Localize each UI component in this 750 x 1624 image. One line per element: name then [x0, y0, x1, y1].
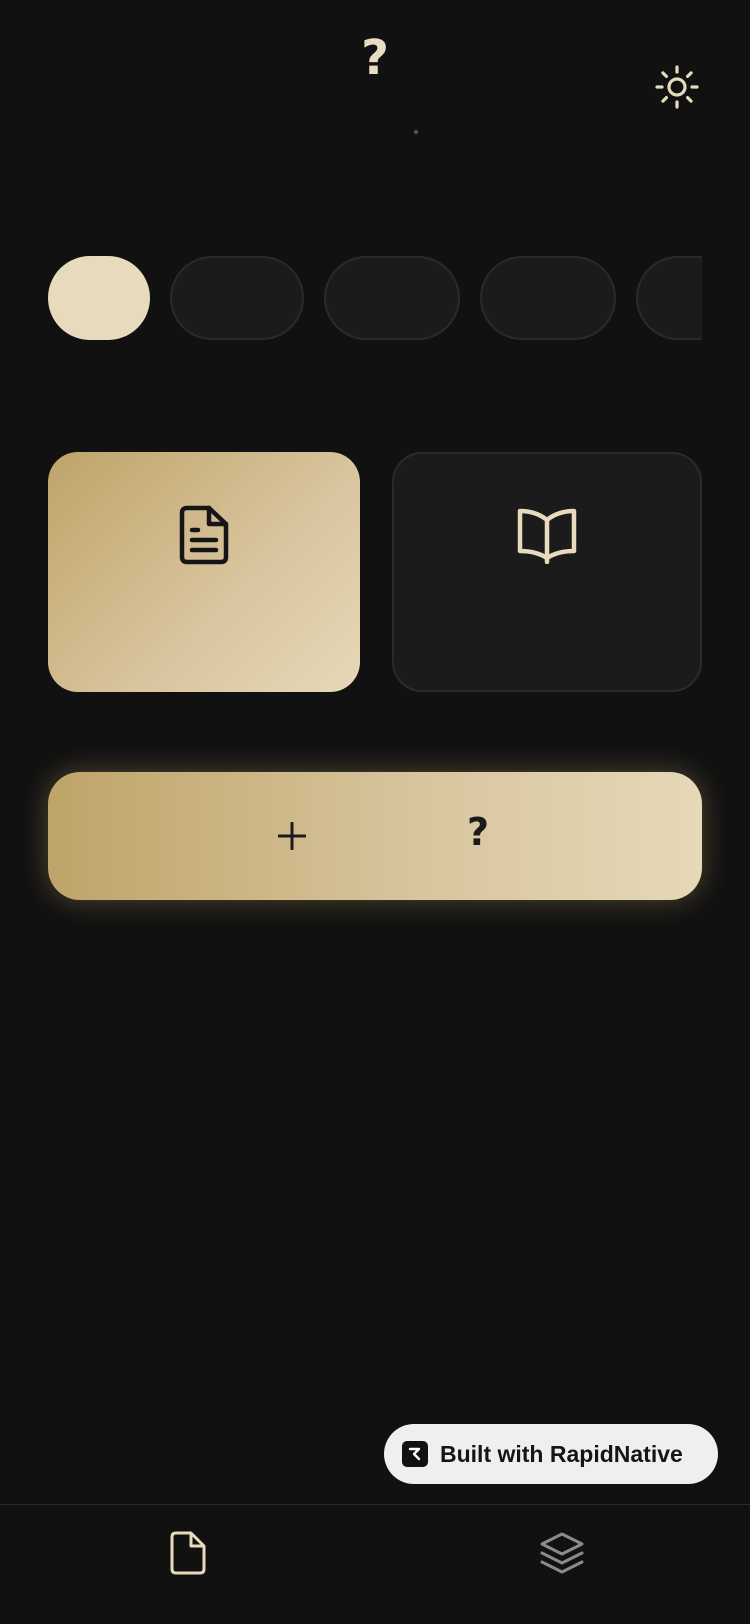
screen: ? ? Built with RapidNative — [0, 0, 750, 1624]
sun-icon — [655, 65, 699, 109]
filter-chip-3[interactable] — [324, 256, 460, 340]
plus-icon — [278, 822, 306, 850]
built-with-badge[interactable]: Built with RapidNative — [384, 1424, 718, 1484]
book-open-icon — [517, 508, 577, 564]
file-icon — [170, 1531, 206, 1575]
settings-button[interactable] — [652, 62, 702, 112]
filter-chip-1[interactable] — [48, 256, 150, 340]
page-indicator-dot — [414, 130, 418, 134]
badge-text: Built with RapidNative — [440, 1440, 683, 1467]
tab-documents[interactable] — [158, 1523, 218, 1583]
create-button[interactable]: ? — [48, 772, 702, 900]
library-card[interactable] — [392, 452, 702, 692]
tab-layers[interactable] — [532, 1523, 592, 1583]
filter-chip-2[interactable] — [170, 256, 304, 340]
layers-icon — [540, 1532, 584, 1574]
filter-chip-4[interactable] — [480, 256, 616, 340]
rapidnative-logo-icon — [402, 1441, 428, 1467]
document-text-icon — [179, 505, 229, 565]
bottom-tab-bar — [0, 1504, 750, 1624]
filter-chip-5[interactable] — [636, 256, 702, 340]
create-button-label: ? — [466, 810, 490, 854]
documents-card[interactable] — [48, 452, 360, 692]
filter-chip-row — [48, 256, 702, 340]
page-title: ? — [361, 30, 389, 86]
